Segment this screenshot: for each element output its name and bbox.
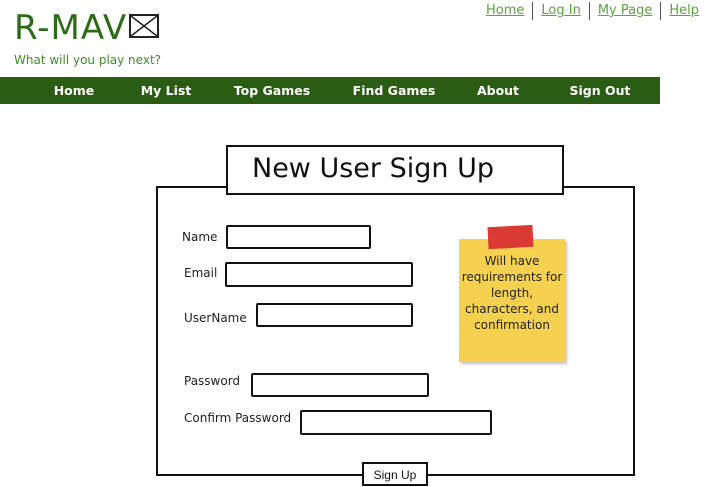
image-placeholder-icon [129, 13, 160, 38]
tape-decoration [487, 224, 534, 250]
email-input[interactable] [225, 262, 413, 287]
nav-item-top-games[interactable]: Top Games [234, 77, 310, 104]
logo-text: R-MAV [14, 8, 128, 48]
requirements-note-text: Will have requirements for length, chara… [461, 254, 563, 332]
nav-item-home[interactable]: Home [54, 77, 95, 104]
nav-item-my-list[interactable]: My List [141, 77, 192, 104]
password-input[interactable] [251, 373, 429, 397]
top-link-login[interactable]: Log In [532, 2, 588, 20]
nav-item-sign-out[interactable]: Sign Out [570, 77, 631, 104]
username-input[interactable] [256, 303, 413, 327]
nav-item-find-games[interactable]: Find Games [353, 77, 436, 104]
confirm-password-input[interactable] [300, 410, 492, 435]
username-label: UserName [184, 311, 247, 325]
main-nav: Home My List Top Games Find Games About … [0, 77, 660, 104]
name-label: Name [182, 230, 218, 244]
confirm-password-label: Confirm Password [184, 411, 292, 425]
top-link-help[interactable]: Help [660, 2, 707, 20]
page-title: New User Sign Up [226, 145, 564, 195]
nav-item-about[interactable]: About [477, 77, 519, 104]
site-tagline: What will you play next? [14, 53, 162, 67]
site-logo: R-MAV [14, 8, 160, 48]
password-label: Password [184, 374, 241, 388]
sign-up-button[interactable]: Sign Up [362, 462, 428, 486]
top-link-home[interactable]: Home [478, 2, 532, 20]
email-label: Email [184, 266, 218, 280]
top-link-my-page[interactable]: My Page [588, 2, 661, 20]
requirements-note: Will have requirements for length, chara… [459, 239, 565, 362]
name-input[interactable] [226, 225, 371, 249]
top-links: Home Log In My Page Help [478, 2, 707, 20]
